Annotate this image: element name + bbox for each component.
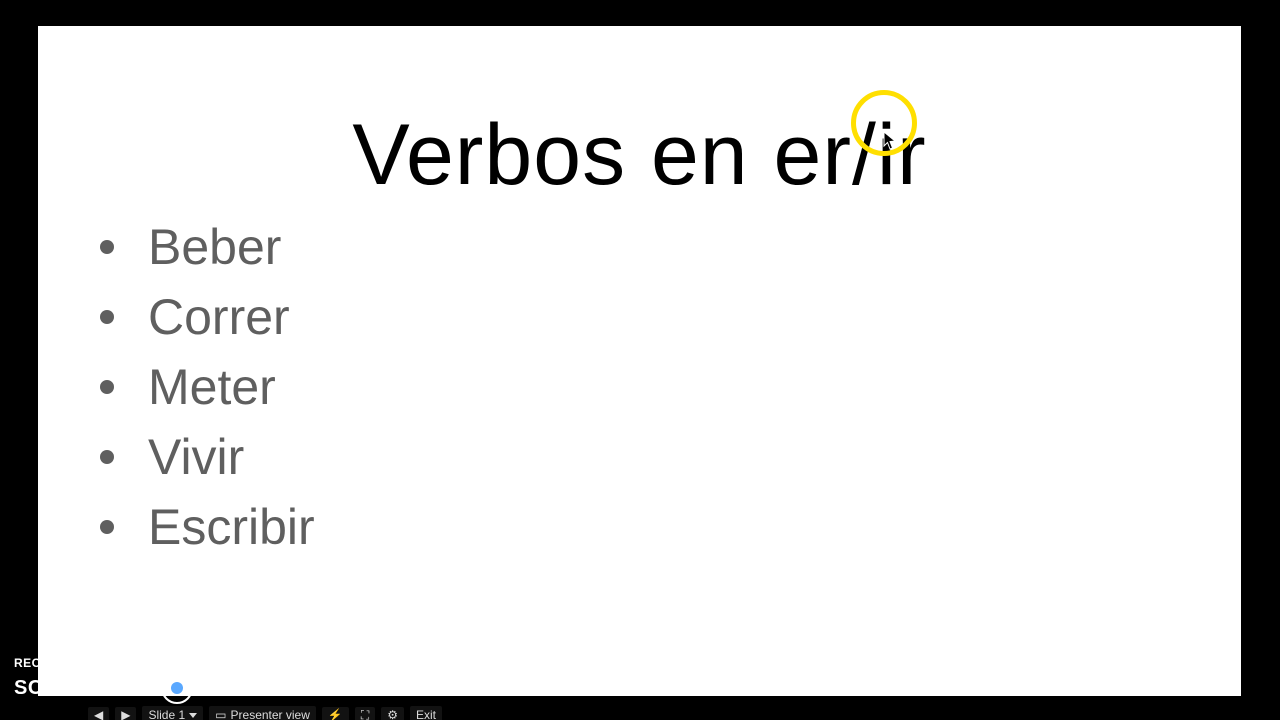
slide-picker-button[interactable]: Slide 1 xyxy=(142,706,203,720)
list-item: Correr xyxy=(100,282,315,352)
bullet-icon xyxy=(100,380,114,394)
bullet-text: Vivir xyxy=(148,428,244,486)
slide-surface: Verbos en er/ir Beber Correr Meter Vivir… xyxy=(38,26,1241,696)
presenter-view-label: Presenter view xyxy=(231,708,310,720)
bullet-icon xyxy=(100,450,114,464)
bullet-icon xyxy=(100,240,114,254)
bullet-icon xyxy=(100,520,114,534)
list-item: Meter xyxy=(100,352,315,422)
pointer-button[interactable]: ⚡ xyxy=(322,707,349,720)
settings-button[interactable]: ⚙ xyxy=(381,707,404,720)
bullet-icon xyxy=(100,310,114,324)
fullscreen-icon: ⛶ xyxy=(361,709,369,720)
gear-icon: ⚙ xyxy=(387,709,398,720)
slide-number-label: Slide 1 xyxy=(148,708,185,720)
fullscreen-button[interactable]: ⛶ xyxy=(355,707,375,720)
list-item: Vivir xyxy=(100,422,315,492)
bullet-text: Correr xyxy=(148,288,290,346)
slide-title: Verbos en er/ir xyxy=(38,106,1241,205)
exit-label: Exit xyxy=(416,708,436,720)
bullet-list: Beber Correr Meter Vivir Escribir xyxy=(100,212,315,562)
video-frame: Verbos en er/ir Beber Correr Meter Vivir… xyxy=(0,0,1280,720)
presentation-toolbar: ◀ ▶ Slide 1 ▭ Presenter view ⚡ ⛶ ⚙ Exit xyxy=(88,704,442,720)
chevron-down-icon xyxy=(189,713,197,718)
chevron-right-icon: ▶ xyxy=(121,709,130,720)
bullet-text: Meter xyxy=(148,358,276,416)
prev-slide-button[interactable]: ◀ xyxy=(88,707,109,720)
next-slide-button[interactable]: ▶ xyxy=(115,707,136,720)
presenter-icon: ▭ xyxy=(215,709,226,720)
presenter-view-button[interactable]: ▭ Presenter view xyxy=(209,706,316,720)
bullet-text: Beber xyxy=(148,218,281,276)
pointer-icon: ⚡ xyxy=(328,709,343,720)
chevron-left-icon: ◀ xyxy=(94,709,103,720)
exit-button[interactable]: Exit xyxy=(410,706,442,720)
bullet-text: Escribir xyxy=(148,498,315,556)
list-item: Beber xyxy=(100,212,315,282)
list-item: Escribir xyxy=(100,492,315,562)
